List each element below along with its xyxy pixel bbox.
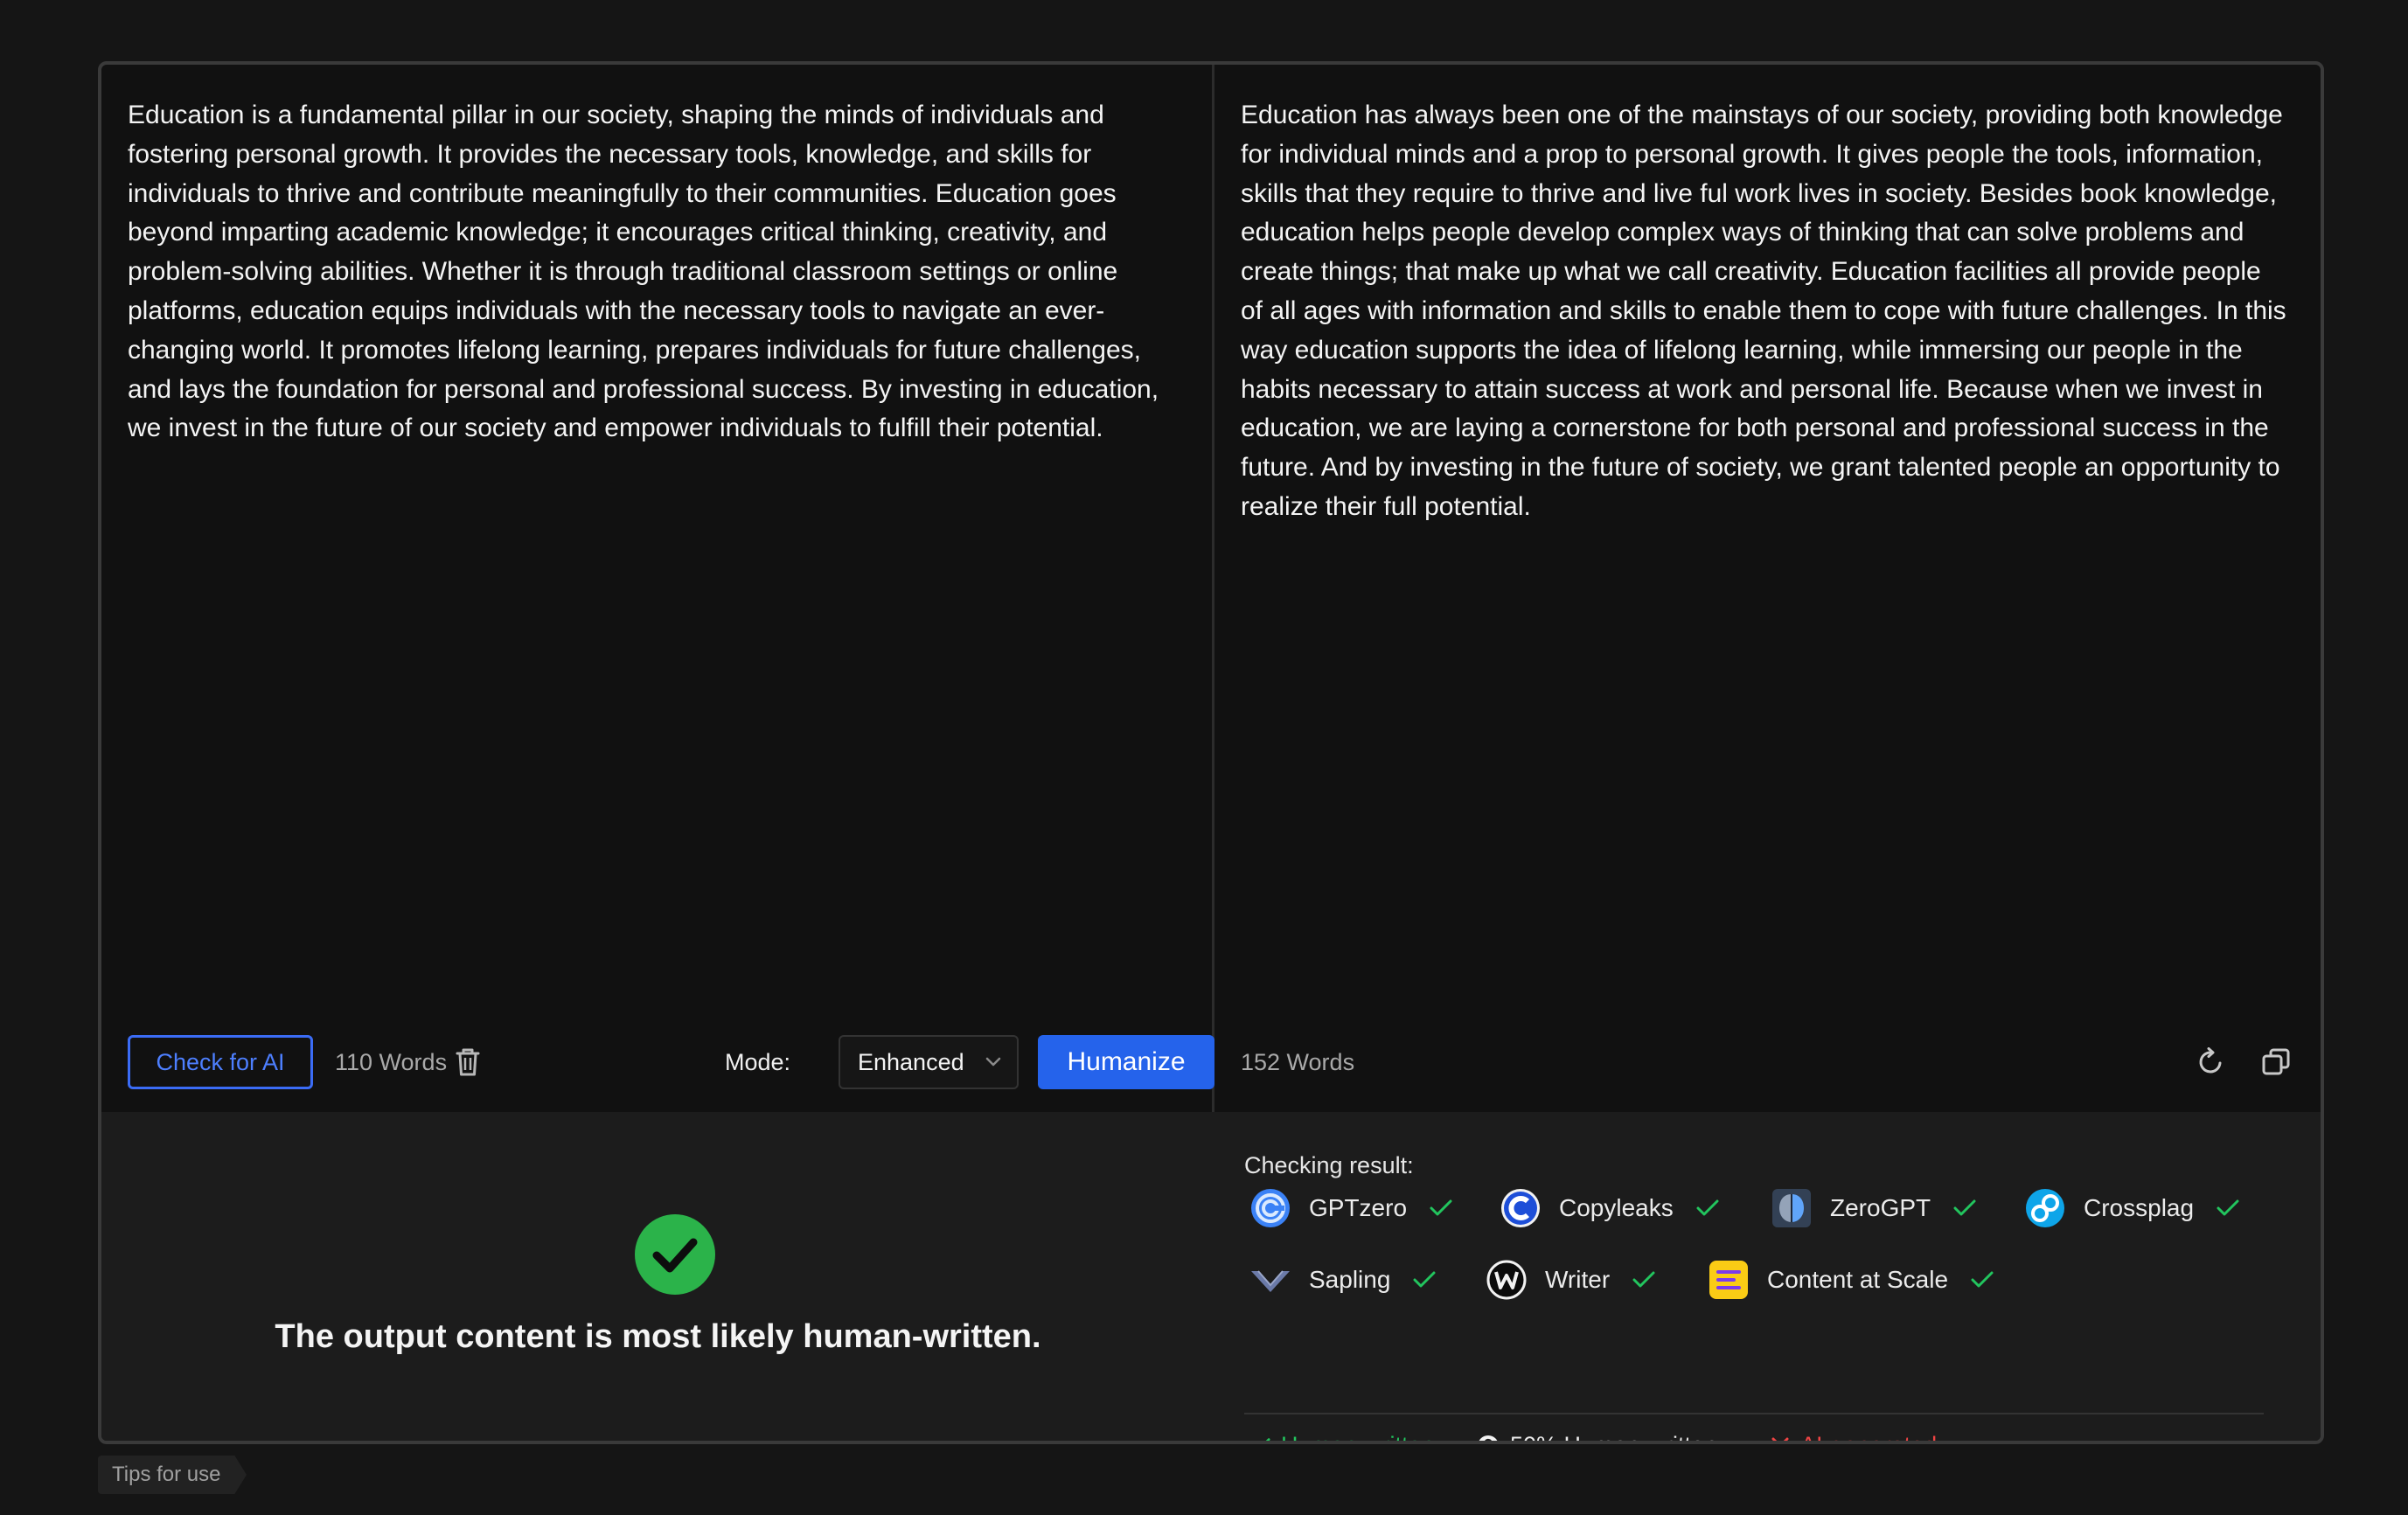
legend-ai: AI-generated bbox=[1771, 1432, 1937, 1441]
detector-gptzero: GPTzero bbox=[1249, 1186, 1452, 1230]
output-pane: Education has always been one of the mai… bbox=[1214, 65, 2321, 1112]
gptzero-logo-icon bbox=[1251, 1189, 1290, 1227]
detector-name: GPTzero bbox=[1309, 1194, 1408, 1221]
humanize-button[interactable]: Humanize bbox=[1038, 1035, 1214, 1089]
output-toolbar: 152 Words bbox=[1241, 1035, 2291, 1089]
check-icon bbox=[1430, 1199, 1452, 1216]
detector-zerogpt: ZeroGPT bbox=[1771, 1186, 1976, 1230]
legend-ai-label: AI-generated bbox=[1800, 1432, 1937, 1441]
detector-name: Content at Scale bbox=[1767, 1266, 1949, 1293]
tips-for-use-tab[interactable]: Tips for use bbox=[98, 1456, 247, 1494]
copy-icon[interactable] bbox=[2261, 1047, 2291, 1077]
detector-name: Writer bbox=[1545, 1266, 1611, 1293]
verdict-area: The output content is most likely human-… bbox=[101, 1112, 1214, 1441]
verdict-text: The output content is most likely human-… bbox=[275, 1318, 1041, 1355]
check-icon bbox=[1953, 1199, 1976, 1216]
detector-name: Sapling bbox=[1309, 1266, 1391, 1293]
crossplag-logo-icon bbox=[2026, 1189, 2064, 1227]
input-word-count: 110 Words bbox=[335, 1049, 448, 1075]
detector-copyleaks: Copyleaks bbox=[1500, 1186, 1719, 1230]
question-circle-icon bbox=[1479, 1435, 1498, 1441]
copyleaks-logo-icon bbox=[1501, 1189, 1540, 1227]
detector-writer: Writer bbox=[1486, 1258, 1655, 1302]
check-icon bbox=[2217, 1199, 2239, 1216]
check-circle-icon bbox=[635, 1214, 715, 1295]
output-word-count: 152 Words bbox=[1241, 1049, 1355, 1075]
regenerate-icon[interactable] bbox=[2196, 1047, 2226, 1077]
mode-select[interactable]: Enhanced bbox=[839, 1035, 1019, 1089]
detector-crossplag: Crossplag bbox=[2024, 1186, 2239, 1230]
trash-icon[interactable] bbox=[455, 1047, 481, 1077]
detector-sapling: Sapling bbox=[1249, 1258, 1436, 1302]
detector-name: ZeroGPT bbox=[1830, 1194, 1931, 1221]
results-divider bbox=[1244, 1413, 2264, 1414]
checking-results: Checking result: GPTzero Copyleaks ZeroG… bbox=[1232, 1112, 2299, 1441]
check-icon bbox=[1265, 1437, 1270, 1441]
mode-select-value: Enhanced bbox=[858, 1048, 964, 1075]
editor-row: Education is a fundamental pillar in our… bbox=[101, 65, 2321, 1112]
legend-half: 50% Human-written bbox=[1477, 1432, 1717, 1441]
legend-human: Human-written bbox=[1249, 1432, 1435, 1441]
content-at-scale-logo-icon bbox=[1709, 1261, 1748, 1299]
input-pane: Education is a fundamental pillar in our… bbox=[101, 65, 1214, 1112]
detector-name: Crossplag bbox=[2084, 1194, 2195, 1221]
check-icon bbox=[1413, 1271, 1436, 1288]
check-icon bbox=[1632, 1271, 1655, 1288]
detector-content-at-scale: Content at Scale bbox=[1708, 1258, 1994, 1302]
zerogpt-logo-icon bbox=[1772, 1189, 1811, 1227]
output-text: Education has always been one of the mai… bbox=[1241, 101, 2286, 521]
legend-half-label: 50% Human-written bbox=[1510, 1432, 1717, 1441]
writer-logo-icon bbox=[1486, 1260, 1527, 1300]
chevron-down-icon bbox=[985, 1057, 1001, 1067]
sapling-logo-icon bbox=[1251, 1270, 1290, 1292]
humanizer-panel: Education is a fundamental pillar in our… bbox=[98, 61, 2324, 1444]
detector-name: Copyleaks bbox=[1559, 1194, 1674, 1221]
results-section: The output content is most likely human-… bbox=[101, 1112, 2321, 1441]
input-toolbar: Check for AI 110 Words Mode: Enhanced Hu… bbox=[128, 1035, 1214, 1089]
check-for-ai-button[interactable]: Check for AI bbox=[128, 1035, 313, 1089]
input-textarea[interactable]: Education is a fundamental pillar in our… bbox=[128, 96, 1186, 448]
results-title: Checking result: bbox=[1244, 1152, 1414, 1178]
x-icon bbox=[1771, 1437, 1789, 1441]
check-icon bbox=[1971, 1271, 1994, 1288]
check-icon bbox=[1696, 1199, 1719, 1216]
legend-human-label: Human-written bbox=[1281, 1432, 1435, 1441]
mode-label: Mode: bbox=[725, 1049, 791, 1075]
